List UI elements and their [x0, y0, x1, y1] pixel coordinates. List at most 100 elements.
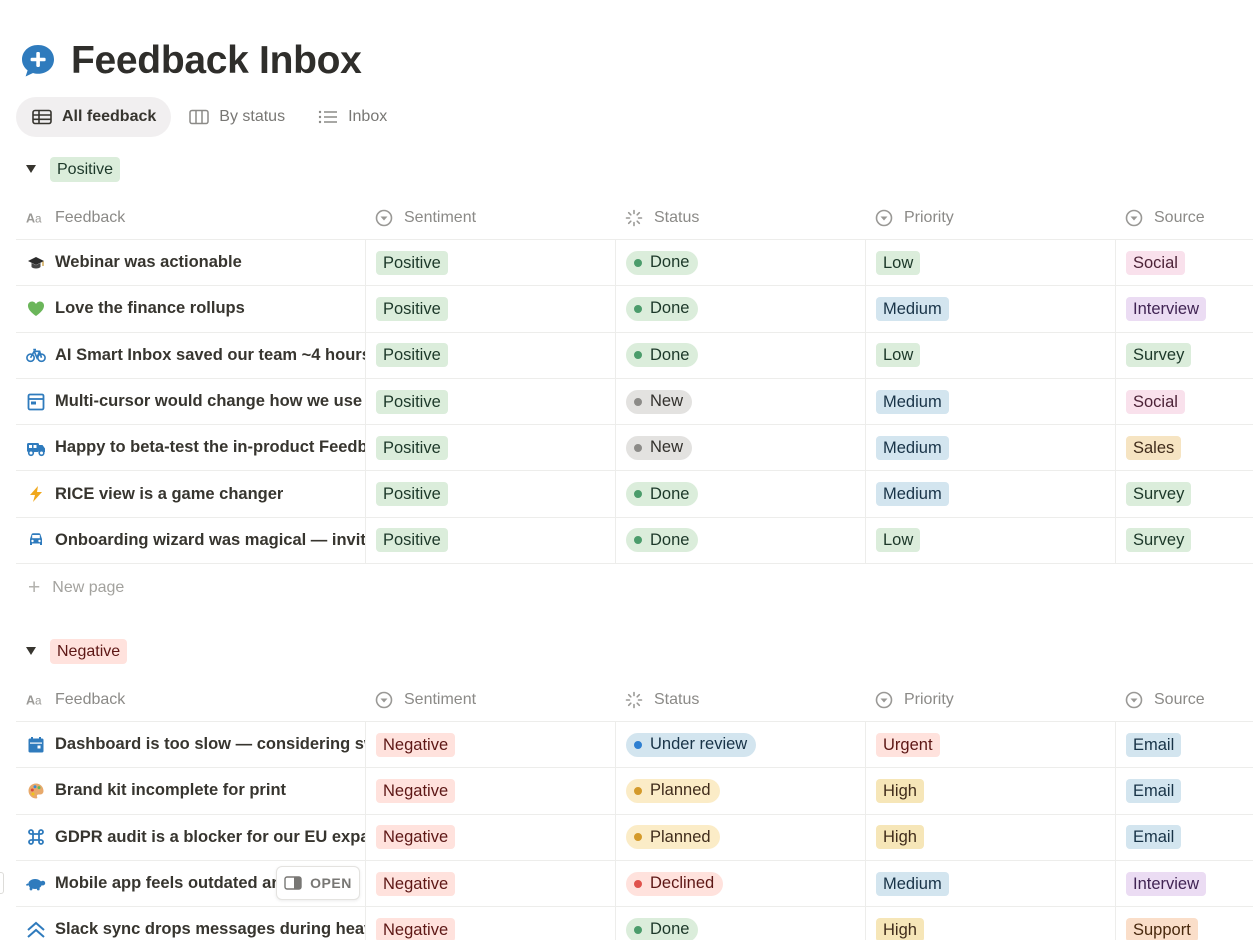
feedback-inbox-page: Feedback Inbox All feedback By status In… — [0, 0, 1253, 940]
column-header-source[interactable]: Source — [1115, 678, 1253, 721]
source-cell[interactable]: Interview — [1115, 286, 1253, 332]
status-dot-icon — [634, 740, 642, 749]
column-header-sentiment[interactable]: Sentiment — [365, 196, 615, 239]
status-label: Planned — [650, 781, 711, 800]
column-header-priority[interactable]: Priority — [865, 196, 1115, 239]
feedback-title-cell[interactable]: Webinar was actionable — [16, 240, 365, 285]
sentiment-cell[interactable]: Negative — [365, 860, 615, 907]
feedback-title-cell[interactable]: Brand kit incomplete for print — [16, 768, 365, 813]
table-row[interactable]: Dashboard is too slow — considering swit… — [16, 722, 1253, 769]
priority-cell[interactable]: High — [865, 814, 1115, 860]
priority-cell[interactable]: Urgent — [865, 722, 1115, 768]
table-row[interactable]: Brand kit incomplete for print Negative … — [16, 768, 1253, 815]
priority-cell[interactable]: Medium — [865, 378, 1115, 425]
source-cell[interactable]: Survey — [1115, 517, 1253, 564]
source-cell[interactable]: Social — [1115, 378, 1253, 425]
table-row[interactable]: Love the finance rollups Positive Done M… — [16, 286, 1253, 333]
status-cell[interactable]: Under review — [615, 722, 865, 768]
status-dot-icon — [634, 443, 642, 452]
feedback-title: AI Smart Inbox saved our team ~4 hours — [55, 345, 365, 364]
status-cell[interactable]: Done — [615, 240, 865, 286]
new-page-button[interactable]: + New page — [16, 564, 1253, 612]
new-page-label: New page — [52, 579, 125, 597]
caret-down-icon[interactable] — [24, 644, 38, 658]
priority-cell[interactable]: High — [865, 907, 1115, 940]
source-cell[interactable]: Sales — [1115, 425, 1253, 471]
priority-cell[interactable]: Medium — [865, 471, 1115, 517]
sentiment-cell[interactable]: Positive — [365, 425, 615, 471]
status-cell[interactable]: New — [615, 425, 865, 471]
source-cell[interactable]: Email — [1115, 722, 1253, 768]
open-row-button[interactable]: OPEN — [276, 866, 360, 900]
status-cell[interactable]: Done — [615, 517, 865, 564]
tab-inbox[interactable]: Inbox — [302, 97, 402, 137]
sentiment-cell[interactable]: Positive — [365, 240, 615, 286]
feedback-title-cell[interactable]: RICE view is a game changer — [16, 471, 365, 516]
status-cell[interactable]: Planned — [615, 768, 865, 814]
priority-cell[interactable]: Medium — [865, 425, 1115, 471]
sentiment-cell[interactable]: Positive — [365, 286, 615, 332]
table-row[interactable]: Onboarding wizard was magical — invite f… — [16, 517, 1253, 565]
feedback-title: GDPR audit is a blocker for our EU expan… — [55, 827, 365, 846]
priority-cell[interactable]: Medium — [865, 860, 1115, 907]
caret-down-icon[interactable] — [24, 162, 38, 176]
priority-cell[interactable]: Low — [865, 517, 1115, 564]
status-cell[interactable]: Done — [615, 286, 865, 332]
priority-cell[interactable]: Low — [865, 240, 1115, 286]
status-cell[interactable]: New — [615, 378, 865, 425]
status-cell[interactable]: Done — [615, 332, 865, 378]
feedback-title-cell[interactable]: AI Smart Inbox saved our team ~4 hours — [16, 333, 365, 378]
column-header-sentiment[interactable]: Sentiment — [365, 678, 615, 721]
sentiment-cell[interactable]: Negative — [365, 768, 615, 814]
source-cell[interactable]: Survey — [1115, 332, 1253, 378]
table-row[interactable]: AI Smart Inbox saved our team ~4 hours P… — [16, 332, 1253, 379]
status-cell[interactable]: Planned — [615, 814, 865, 860]
source-cell[interactable]: Support — [1115, 907, 1253, 940]
text-property-icon: Aa — [26, 209, 44, 227]
status-cell[interactable]: Declined — [615, 860, 865, 907]
tab-by-status[interactable]: By status — [173, 97, 300, 137]
column-header-priority[interactable]: Priority — [865, 678, 1115, 721]
sentiment-cell[interactable]: Positive — [365, 332, 615, 378]
feedback-title-cell[interactable]: GDPR audit is a blocker for our EU expan… — [16, 815, 365, 860]
source-cell[interactable]: Social — [1115, 240, 1253, 286]
table-row[interactable]: GDPR audit is a blocker for our EU expa n… — [16, 814, 1253, 861]
feedback-title-cell[interactable]: Dashboard is too slow — considering swit… — [16, 722, 365, 767]
priority-cell[interactable]: High — [865, 768, 1115, 814]
priority-cell[interactable]: Medium — [865, 286, 1115, 332]
table-row[interactable]: Happy to beta-test the in-product Feedba… — [16, 425, 1253, 472]
sentiment-cell[interactable]: Positive — [365, 471, 615, 517]
feedback-title-cell[interactable]: Onboarding wizard was magical — invite f… — [16, 518, 365, 563]
column-header-status[interactable]: Status — [615, 196, 865, 239]
feedback-title-cell[interactable]: Happy to beta-test the in-product Feedba… — [16, 425, 365, 470]
sentiment-cell[interactable]: Negative — [365, 907, 615, 940]
status-cell[interactable]: Done — [615, 907, 865, 940]
sentiment-cell[interactable]: Positive — [365, 378, 615, 425]
column-header-feedback[interactable]: Aa Feedback — [16, 196, 365, 239]
table-row[interactable]: Multi-cursor would change how we use it … — [16, 378, 1253, 426]
table-row[interactable]: Slack sync drops messages during heavy l… — [16, 907, 1253, 940]
sentiment-cell[interactable]: Negative — [365, 814, 615, 860]
column-header-source[interactable]: Source — [1115, 196, 1253, 239]
status-cell[interactable]: Done — [615, 471, 865, 517]
sentiment-cell[interactable]: Negative — [365, 722, 615, 768]
sentiment-cell[interactable]: Positive — [365, 517, 615, 564]
column-label: Source — [1154, 208, 1205, 226]
tab-label: All feedback — [62, 108, 157, 125]
status-label: Done — [650, 530, 690, 549]
tab-all-feedback[interactable]: All feedback — [16, 97, 172, 137]
column-header-feedback[interactable]: Aa Feedback — [16, 678, 365, 721]
column-header-status[interactable]: Status — [615, 678, 865, 721]
source-cell[interactable]: Survey — [1115, 471, 1253, 517]
feedback-title-cell[interactable]: Multi-cursor would change how we use it — [16, 379, 365, 424]
table-row[interactable]: RICE view is a game changer Positive Don… — [16, 471, 1253, 518]
table-row[interactable]: Mobile app feels outdated and clunky Neg… — [16, 860, 1253, 908]
table-row[interactable]: Webinar was actionable Positive Done Low… — [16, 240, 1253, 287]
priority-cell[interactable]: Low — [865, 332, 1115, 378]
row-drag-handle[interactable] — [0, 872, 4, 894]
source-cell[interactable]: Email — [1115, 814, 1253, 860]
feedback-title-cell[interactable]: Slack sync drops messages during heavy l… — [16, 907, 365, 940]
source-cell[interactable]: Email — [1115, 768, 1253, 814]
source-cell[interactable]: Interview — [1115, 860, 1253, 907]
feedback-title-cell[interactable]: Love the finance rollups — [16, 286, 365, 331]
